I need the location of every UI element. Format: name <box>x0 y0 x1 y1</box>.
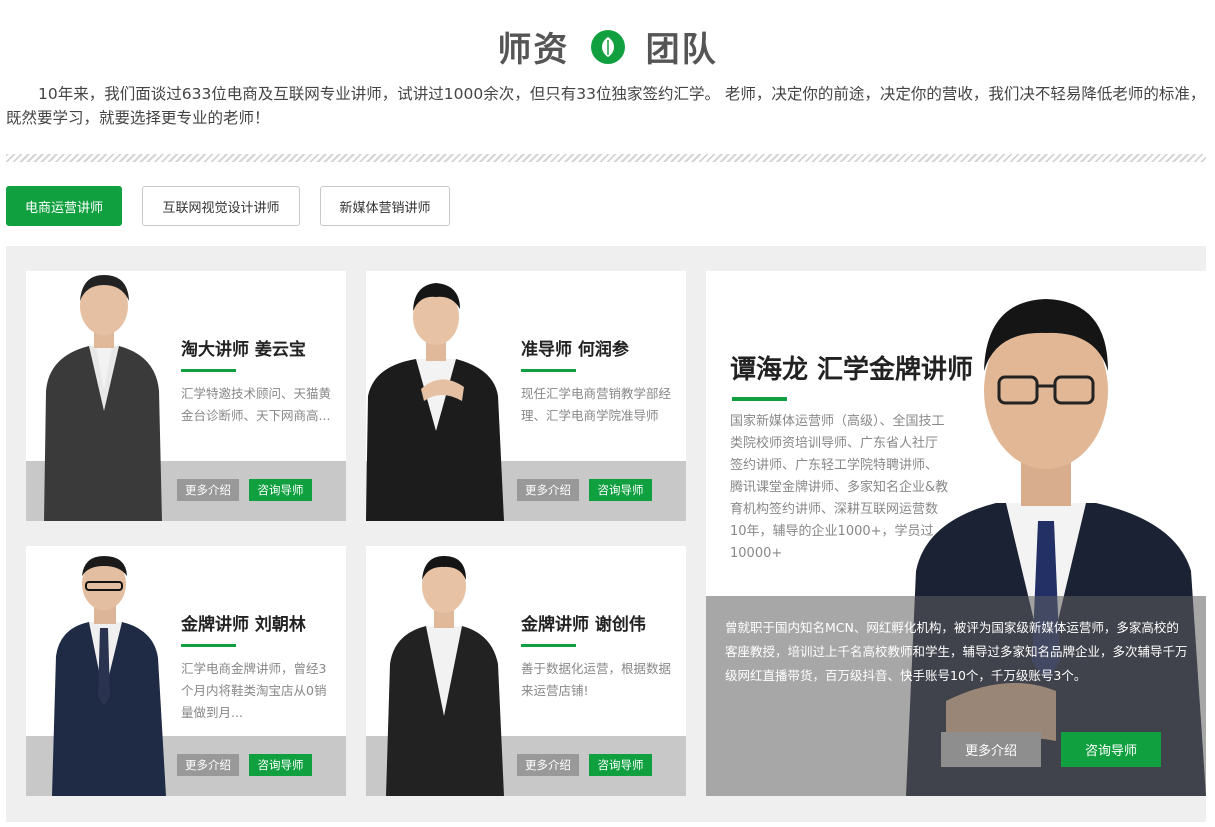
teacher-name: 金牌讲师 谢创伟 <box>521 615 646 635</box>
teacher-card: 准导师 何润参 现任汇学电商营销教学部经理、汇学电商学院准导师 更多介绍 咨询导… <box>366 271 686 521</box>
teacher-desc: 现任汇学电商营销教学部经理、汇学电商学院准导师 <box>521 386 672 423</box>
teacher-photo <box>44 275 162 521</box>
more-info-button[interactable]: 更多介绍 <box>941 732 1041 767</box>
featured-teacher-detail: 曾就职于国内知名MCN、网红孵化机构，被评为国家级新媒体运营师，多家高校的客座教… <box>725 620 1188 683</box>
more-info-button[interactable]: 更多介绍 <box>177 479 239 501</box>
consult-button[interactable]: 咨询导师 <box>589 479 652 501</box>
teacher-photo <box>386 556 504 796</box>
intro-text: 10年来，我们面谈过633位电商及互联网专业讲师，试讲过1000余次，但只有33… <box>6 85 1206 127</box>
accent-bar <box>732 397 787 401</box>
tab-ecommerce[interactable]: 电商运营讲师 <box>6 186 122 226</box>
tab-new-media[interactable]: 新媒体营销讲师 <box>320 186 450 226</box>
accent-bar <box>521 369 576 372</box>
divider <box>6 154 1206 162</box>
teacher-name: 金牌讲师 刘朝林 <box>181 615 306 635</box>
accent-bar <box>521 644 576 647</box>
leaf-icon <box>590 29 625 64</box>
featured-teacher-name: 谭海龙 汇学金牌讲师 <box>730 355 974 385</box>
teacher-card: 金牌讲师 刘朝林 汇学电商金牌讲师，曾经3个月内将鞋类淘宝店从0销量做到月...… <box>26 546 346 796</box>
more-info-button[interactable]: 更多介绍 <box>177 754 239 776</box>
teacher-panel: 淘大讲师 姜云宝 汇学特邀技术顾问、天猫黄金台诊断师、天下网商高... 更多介绍… <box>6 246 1206 822</box>
teacher-card: 金牌讲师 谢创伟 善于数据化运营，根据数据来运营店铺! 更多介绍 咨询导师 <box>366 546 686 796</box>
section-title: 师资 团队 <box>0 22 1215 70</box>
teacher-photo <box>52 556 166 796</box>
teacher-name: 淘大讲师 姜云宝 <box>181 340 306 360</box>
featured-teacher-desc: 国家新媒体运营师（高级）、全国技工类院校师资培训导师、广东省人社厅签约讲师、广东… <box>730 414 949 561</box>
title-right: 团队 <box>645 30 718 70</box>
teacher-photo <box>366 283 504 521</box>
teacher-name: 准导师 何润参 <box>521 340 629 360</box>
consult-button[interactable]: 咨询导师 <box>1061 732 1161 767</box>
teacher-desc: 汇学电商金牌讲师，曾经3个月内将鞋类淘宝店从0销量做到月... <box>181 661 327 720</box>
teacher-desc: 汇学特邀技术顾问、天猫黄金台诊断师、天下网商高... <box>181 386 332 423</box>
consult-button[interactable]: 咨询导师 <box>589 754 652 776</box>
accent-bar <box>181 369 236 372</box>
teacher-card: 淘大讲师 姜云宝 汇学特邀技术顾问、天猫黄金台诊断师、天下网商高... 更多介绍… <box>26 271 346 521</box>
more-info-button[interactable]: 更多介绍 <box>517 754 579 776</box>
title-left: 师资 <box>497 30 570 70</box>
consult-button[interactable]: 咨询导师 <box>249 754 312 776</box>
tab-visual-design[interactable]: 互联网视觉设计讲师 <box>142 186 300 226</box>
consult-button[interactable]: 咨询导师 <box>249 479 312 501</box>
accent-bar <box>181 644 236 647</box>
teacher-desc: 善于数据化运营，根据数据来运营店铺! <box>521 661 672 698</box>
more-info-button[interactable]: 更多介绍 <box>517 479 579 501</box>
featured-teacher-card: 谭海龙 汇学金牌讲师 国家新媒体运营师（高级）、全国技工类院校师资培训导师、广东… <box>706 271 1206 796</box>
